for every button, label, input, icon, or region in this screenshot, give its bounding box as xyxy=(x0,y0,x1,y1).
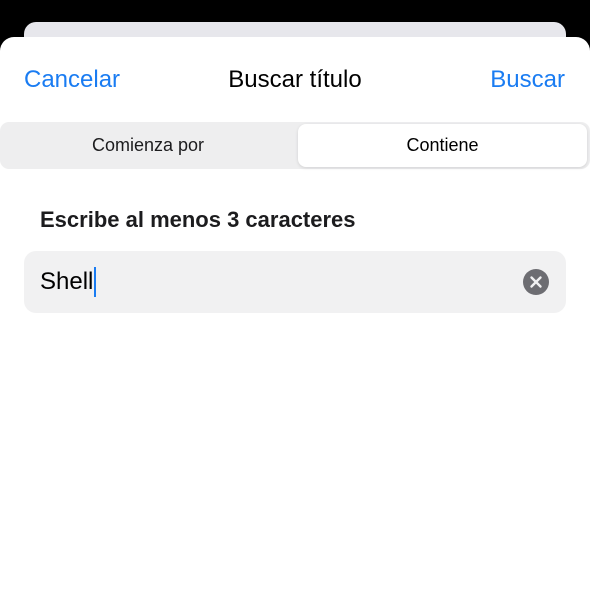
segment-contains[interactable]: Contiene xyxy=(298,124,587,167)
segment-starts-with[interactable]: Comienza por xyxy=(2,124,294,167)
minimum-characters-hint: Escribe al menos 3 caracteres xyxy=(40,207,356,232)
text-cursor xyxy=(94,267,97,297)
navigation-bar: Cancelar Buscar título Buscar xyxy=(0,37,590,119)
clear-text-icon[interactable] xyxy=(523,269,549,295)
match-mode-segmented-control: Comienza por Contiene xyxy=(0,122,590,169)
search-title-sheet: Cancelar Buscar título Buscar Comienza p… xyxy=(0,37,590,590)
search-input-text: Shell xyxy=(40,267,97,297)
title-search-input[interactable]: Shell xyxy=(24,251,566,313)
search-input-value: Shell xyxy=(40,268,94,295)
search-button[interactable]: Buscar xyxy=(490,65,565,95)
